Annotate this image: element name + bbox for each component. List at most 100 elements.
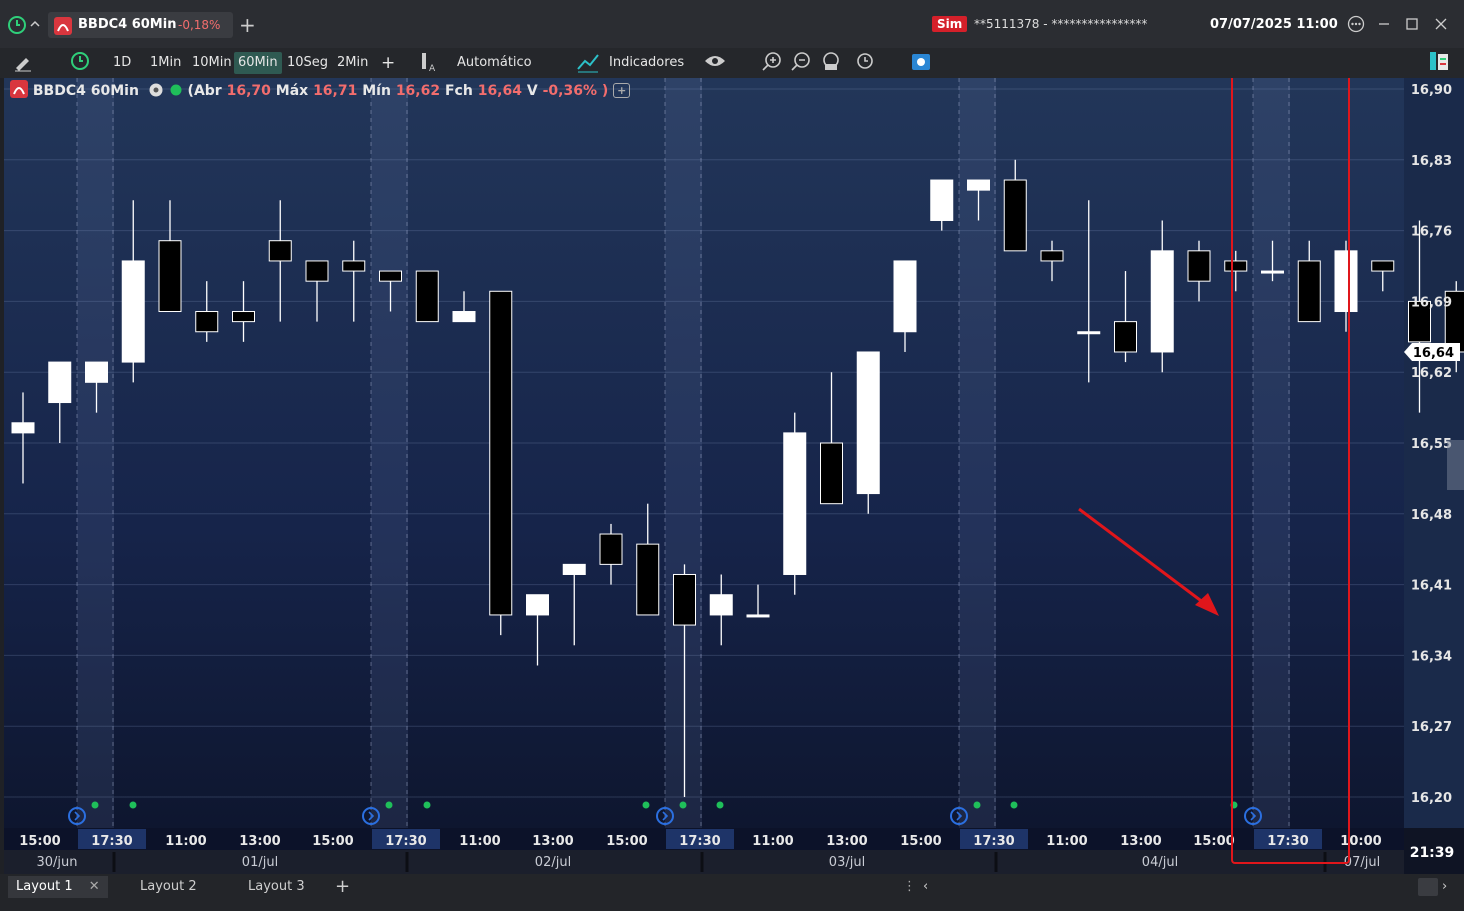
scroll-thumb[interactable]: [1418, 878, 1438, 896]
zoom-out-icon[interactable]: [790, 50, 812, 72]
close-label: Fch: [444, 83, 473, 99]
y-tick-label: 16,41: [1411, 579, 1452, 594]
y-tick-label: 16,90: [1411, 83, 1452, 98]
close-value: 16,64: [477, 83, 522, 99]
zoom-fit-icon[interactable]: [819, 50, 841, 72]
layout-tab-3[interactable]: Layout 3: [248, 876, 305, 898]
interval-1min[interactable]: 1Min: [150, 52, 181, 74]
add-tab-button[interactable]: +: [239, 13, 256, 37]
more-options-icon[interactable]: [1347, 15, 1365, 33]
candle-body-down: [1187, 250, 1211, 282]
candle: [856, 351, 880, 514]
candle-body-up: [1261, 270, 1284, 274]
candle-body-up: [452, 311, 476, 323]
x-tick-label: 17:30: [91, 834, 132, 849]
indicators-icon[interactable]: [576, 51, 600, 73]
candle-body-up: [85, 361, 108, 383]
scroll-left-icon[interactable]: ‹: [923, 876, 928, 898]
date-axis-bar: [4, 850, 1404, 874]
interval-2min[interactable]: 2Min: [337, 52, 368, 74]
zoom-reset-icon[interactable]: [853, 50, 875, 72]
gear-icon[interactable]: [148, 82, 164, 98]
layout-bar: [0, 874, 1464, 911]
chevron-up-icon[interactable]: [29, 18, 41, 30]
candle-body-down: [1040, 250, 1064, 262]
candle-body-up: [930, 179, 954, 221]
zoom-in-icon[interactable]: [761, 50, 783, 72]
interval-10min[interactable]: 10Min: [192, 52, 232, 74]
x-tick-label: 15:00: [19, 834, 60, 849]
candle: [415, 270, 439, 323]
ohlc-info-line: BBDC4 60Min (Abr 16,70 Máx 16,71 Mín 16,…: [10, 80, 631, 99]
min-value: 16,62: [395, 83, 441, 99]
candle-body-up: [1150, 250, 1174, 353]
clock-icon[interactable]: [7, 15, 27, 35]
eye-icon[interactable]: [704, 53, 726, 69]
layout-tab-1-label: Layout 1: [16, 879, 73, 894]
interval-1d[interactable]: 1D: [113, 52, 131, 74]
book-icon[interactable]: [1428, 50, 1450, 72]
event-dot: [642, 801, 650, 809]
layout-tab-2[interactable]: Layout 2: [140, 876, 197, 898]
y-tick-label: 16,69: [1411, 295, 1452, 310]
candle: [783, 412, 807, 595]
clock-label: 21:39: [1410, 845, 1455, 861]
y-tick-label: 16,55: [1411, 437, 1452, 452]
candle-body-down: [342, 260, 366, 272]
candle-body-down: [1224, 260, 1248, 272]
candle-body-down: [1003, 179, 1027, 252]
date-label: 01/jul: [242, 855, 278, 870]
candle-body-down: [415, 270, 439, 323]
candle-body-down: [820, 442, 843, 505]
candle: [489, 290, 513, 636]
auto-scale-label[interactable]: Automático: [457, 52, 532, 74]
candle-body-down: [489, 290, 513, 616]
x-tick-label: 15:00: [606, 834, 647, 849]
event-dot: [91, 801, 99, 809]
open-value: 16,70: [226, 83, 271, 99]
date-label: 30/jun: [36, 855, 77, 870]
layout-tab-1[interactable]: Layout 1 ✕: [8, 876, 108, 898]
session-band: [371, 78, 408, 828]
maximize-icon[interactable]: [1405, 17, 1419, 31]
minimize-icon[interactable]: [1377, 17, 1391, 31]
interval-10seg[interactable]: 10Seg: [287, 52, 328, 74]
close-layout-icon[interactable]: ✕: [89, 879, 100, 894]
add-study-button[interactable]: +: [613, 83, 631, 98]
bradesco-logo-icon: [54, 17, 72, 35]
candle-body-up: [562, 563, 586, 575]
scroll-right-icon[interactable]: ›: [1442, 876, 1447, 898]
x-tick-label: 13:00: [532, 834, 573, 849]
y-tick-label: 16,83: [1411, 154, 1452, 169]
y-tick-label: 16,27: [1411, 720, 1452, 735]
candle-body-down: [268, 240, 292, 262]
candle-body-up: [783, 432, 807, 575]
x-tick-label: 10:00: [1340, 834, 1381, 849]
pencil-icon[interactable]: [12, 52, 34, 72]
session-band: [1253, 78, 1290, 828]
candle-body-up: [856, 351, 880, 495]
indicators-button[interactable]: Indicadores: [609, 52, 684, 74]
candle-body-up: [526, 594, 549, 616]
auto-scale-icon[interactable]: A: [418, 51, 440, 73]
clock-interval-icon[interactable]: [69, 50, 91, 72]
x-tick-label: 17:30: [385, 834, 426, 849]
event-dot: [385, 801, 393, 809]
interval-60min[interactable]: 60Min: [234, 52, 282, 74]
candle-body-up: [893, 260, 917, 333]
chart-area[interactable]: 16,90 16,83 16,76 16,69 16,62 16,55 16,48 16,41…: [4, 66, 1464, 874]
candle-body-up: [967, 179, 990, 191]
candle-body-up: [11, 422, 35, 434]
more-vertical-icon[interactable]: ⋮: [903, 876, 916, 898]
date-label: 04/jul: [1142, 855, 1178, 870]
y-tick-label: 16,20: [1411, 791, 1452, 806]
candle-body-down: [1297, 260, 1321, 323]
candlestick-chart[interactable]: 16,90 16,83 16,76 16,69 16,62 16,55 16,48 16,41…: [4, 66, 1464, 874]
y-tick-label: 16,34: [1411, 649, 1452, 664]
settings-icon[interactable]: [910, 50, 932, 72]
current-price-label: 16,64: [1413, 346, 1454, 361]
add-interval-button[interactable]: +: [381, 52, 395, 74]
add-layout-button[interactable]: +: [335, 876, 350, 898]
min-label: Mín: [362, 83, 391, 99]
close-icon[interactable]: [1434, 17, 1448, 31]
